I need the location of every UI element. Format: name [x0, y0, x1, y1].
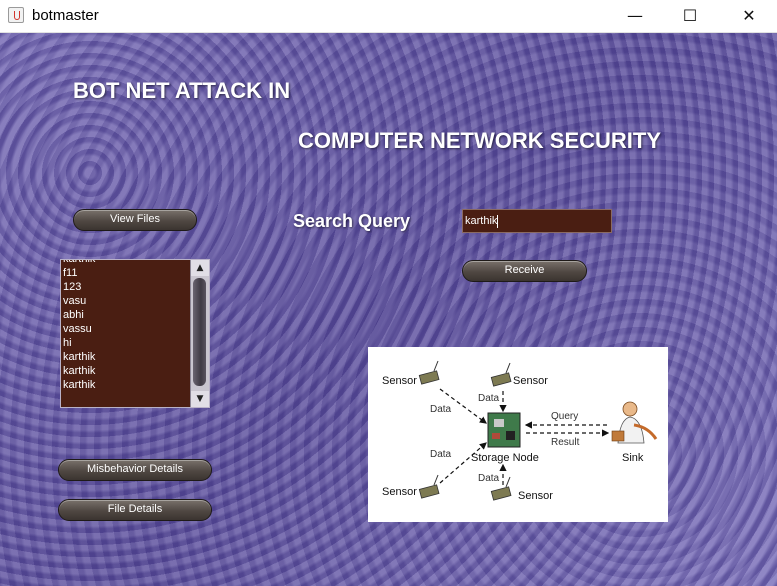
query-label: Query	[551, 411, 578, 422]
sink-label: Sink	[622, 452, 644, 464]
maximize-button[interactable]: ☐	[667, 0, 713, 32]
file-list[interactable]: karthik f11 123 vasu abhi vassu hi karth…	[60, 259, 210, 408]
sensor-device-icon	[418, 474, 440, 499]
list-item[interactable]: karthik	[63, 364, 191, 378]
data-label-top: Data	[478, 393, 500, 404]
sink-person-icon	[611, 401, 658, 444]
list-item[interactable]: 123	[63, 280, 191, 294]
storage-node-icon	[487, 412, 521, 448]
sensor-label-top-right: Sensor	[513, 375, 548, 387]
list-item[interactable]: vassu	[63, 322, 191, 336]
list-item[interactable]: karthik	[63, 260, 191, 266]
sensor-network-diagram: Sensor Sensor Sensor Sensor Data Data Da…	[368, 347, 668, 522]
text-caret	[497, 214, 499, 228]
data-label-bottom: Data	[478, 473, 500, 484]
receive-button[interactable]: Receive	[462, 260, 587, 282]
result-label: Result	[551, 437, 580, 448]
sensor-device-icon	[418, 360, 440, 385]
list-item[interactable]: vasu	[63, 294, 191, 308]
scroll-down-icon[interactable]: ▼	[191, 391, 209, 407]
file-details-button[interactable]: File Details	[58, 499, 212, 521]
title-bar: botmaster — ☐ ✕	[0, 0, 777, 33]
scroll-up-icon[interactable]: ▲	[191, 260, 209, 276]
java-app-icon	[8, 7, 24, 23]
list-item[interactable]: f11	[63, 266, 191, 280]
list-scrollbar[interactable]: ▲ ▼	[190, 260, 209, 407]
scroll-thumb[interactable]	[193, 278, 206, 386]
sensor-device-icon	[490, 362, 512, 387]
minimize-button[interactable]: —	[612, 0, 658, 32]
main-panel: BOT NET ATTACK IN COMPUTER NETWORK SECUR…	[0, 33, 777, 586]
view-files-button[interactable]: View Files	[73, 209, 197, 231]
list-item[interactable]: abhi	[63, 308, 191, 322]
search-input-value: karthik	[465, 215, 498, 227]
search-input[interactable]: karthik	[462, 209, 612, 233]
storage-node-label: Storage Node	[471, 452, 539, 464]
data-label-bottom-left: Data	[430, 449, 452, 460]
sensor-label-bottom-left: Sensor	[382, 486, 417, 498]
diagram-svg: Sensor Sensor Sensor Sensor Data Data Da…	[382, 360, 658, 502]
list-item[interactable]: karthik	[63, 350, 191, 364]
search-query-label: Search Query	[293, 211, 411, 231]
list-item[interactable]: hi	[63, 336, 191, 350]
heading-line-1: BOT NET ATTACK IN	[73, 78, 291, 103]
misbehavior-details-button[interactable]: Misbehavior Details	[58, 459, 212, 481]
heading-line-2: COMPUTER NETWORK SECURITY	[298, 128, 661, 153]
sensor-label-bottom-right: Sensor	[518, 490, 553, 502]
close-button[interactable]: ✕	[726, 0, 772, 32]
sensor-label-top-left: Sensor	[382, 375, 417, 387]
list-item[interactable]: karthik	[63, 378, 191, 392]
data-label-top-left: Data	[430, 404, 452, 415]
file-list-items: karthik f11 123 vasu abhi vassu hi karth…	[63, 260, 191, 392]
window-title: botmaster	[32, 7, 99, 24]
